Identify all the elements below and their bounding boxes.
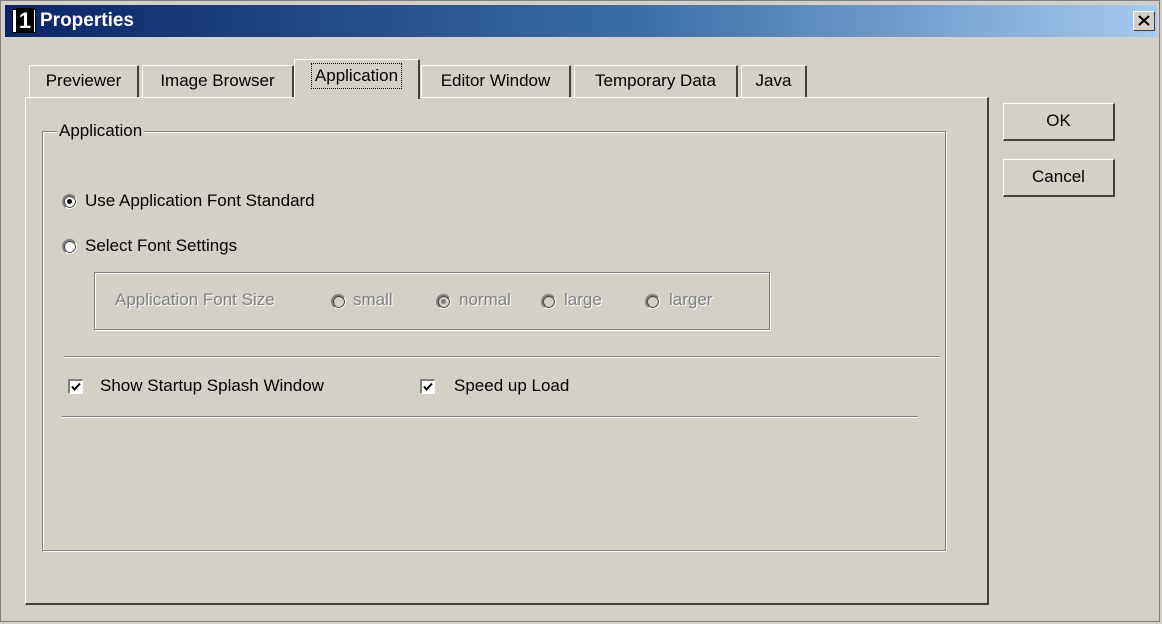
font-size-larger-radio[interactable] bbox=[645, 294, 660, 309]
application-groupbox: Application Use Application Font Standar… bbox=[42, 120, 946, 551]
use-standard-font-radio[interactable] bbox=[62, 194, 77, 209]
tab-java[interactable]: Java bbox=[741, 65, 807, 97]
tab-label: Java bbox=[755, 71, 792, 90]
font-size-large-radio[interactable] bbox=[541, 294, 556, 309]
font-size-normal-radio[interactable] bbox=[436, 294, 451, 309]
show-splash-checkbox[interactable] bbox=[68, 379, 83, 394]
title-bar[interactable]: 1 Properties bbox=[5, 5, 1157, 37]
close-icon bbox=[1138, 15, 1150, 26]
select-font-settings-label[interactable]: Select Font Settings bbox=[85, 235, 237, 257]
window-title: Properties bbox=[40, 10, 134, 31]
show-splash-label[interactable]: Show Startup Splash Window bbox=[100, 375, 324, 397]
speed-up-load-label[interactable]: Speed up Load bbox=[454, 375, 569, 397]
font-size-larger-label: larger bbox=[669, 290, 713, 309]
font-size-small-label: small bbox=[353, 290, 393, 309]
use-standard-font-label[interactable]: Use Application Font Standard bbox=[85, 190, 315, 212]
tab-temporary-data[interactable]: Temporary Data bbox=[574, 65, 738, 97]
tab-editor-window[interactable]: Editor Window bbox=[421, 65, 571, 97]
tab-label: Application bbox=[310, 63, 403, 89]
close-button[interactable] bbox=[1133, 11, 1155, 31]
checkmark-icon bbox=[71, 382, 81, 392]
tab-label: Editor Window bbox=[440, 71, 551, 90]
tab-label: Temporary Data bbox=[595, 71, 716, 90]
app-number-1-icon: 1 bbox=[12, 8, 36, 33]
groupbox-title: Application bbox=[57, 120, 145, 142]
font-size-large-label: large bbox=[564, 290, 602, 309]
font-size-box: Application Font Size small normal large… bbox=[94, 272, 770, 330]
tab-label: Image Browser bbox=[160, 71, 275, 90]
tab-application[interactable]: Application bbox=[294, 59, 420, 99]
font-size-small-radio[interactable] bbox=[331, 294, 346, 309]
tab-label: Previewer bbox=[45, 71, 122, 90]
tab-previewer[interactable]: Previewer bbox=[29, 65, 139, 97]
ok-button[interactable]: OK bbox=[1003, 103, 1115, 141]
properties-dialog: 1 Properties Previewer Image Browser App… bbox=[0, 0, 1160, 622]
cancel-button[interactable]: Cancel bbox=[1003, 159, 1115, 197]
speed-up-load-checkbox[interactable] bbox=[420, 379, 435, 394]
tab-image-browser[interactable]: Image Browser bbox=[142, 65, 294, 97]
tab-panel-application: Application Use Application Font Standar… bbox=[25, 97, 989, 605]
checkmark-icon bbox=[423, 382, 433, 392]
select-font-settings-radio[interactable] bbox=[62, 239, 77, 254]
separator-line bbox=[64, 356, 940, 358]
font-size-label: Application Font Size bbox=[115, 290, 275, 309]
font-size-normal-label: normal bbox=[459, 290, 511, 309]
separator-line bbox=[62, 416, 918, 418]
